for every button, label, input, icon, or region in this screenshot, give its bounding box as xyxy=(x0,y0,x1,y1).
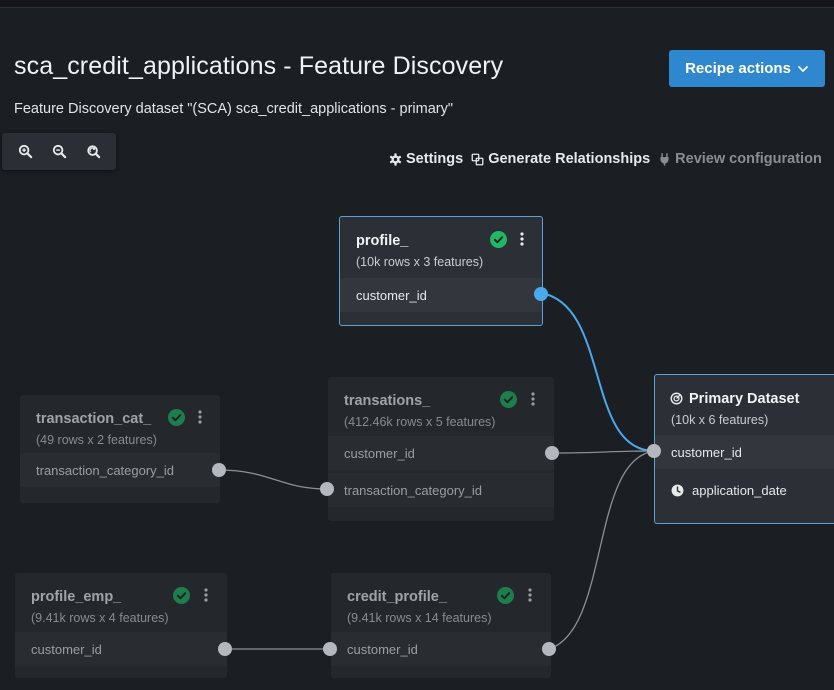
check-circle-icon xyxy=(173,587,190,604)
dataset-size: (412.46k rows x 5 features) xyxy=(344,415,496,429)
zoom-in-button[interactable] xyxy=(14,141,36,163)
dataset-size: (10k rows x 3 features) xyxy=(356,255,484,269)
card-menu-button[interactable] xyxy=(202,586,210,604)
recipe-actions-button[interactable]: Recipe actions xyxy=(669,50,825,87)
dataset-name: transations_ xyxy=(344,393,431,409)
card-menu-button[interactable] xyxy=(196,408,204,426)
toolbar: Settings Generate Relationships Review c… xyxy=(389,150,822,168)
connection-port-credit-profile-in[interactable] xyxy=(323,642,337,656)
review-configuration-button[interactable]: Review configuration xyxy=(658,151,822,167)
column-name: customer_id xyxy=(347,641,418,657)
connection-port-credit-profile-out[interactable] xyxy=(542,642,556,656)
kebab-menu-icon xyxy=(531,392,535,406)
generate-relationships-button[interactable]: Generate Relationships xyxy=(471,151,650,167)
target-icon xyxy=(670,392,683,405)
zoom-reset-button[interactable] xyxy=(82,141,104,163)
card-menu-button[interactable] xyxy=(529,390,537,408)
relationships-icon xyxy=(471,153,484,165)
connection-port[interactable] xyxy=(534,287,548,301)
top-bar xyxy=(0,0,834,8)
review-configuration-label: Review configuration xyxy=(675,151,822,167)
column-name: application_date xyxy=(692,482,787,498)
column-row[interactable]: customer_id xyxy=(331,632,551,666)
dataset-card-profile-emp[interactable]: profile_emp_ (9.41k rows x 4 features) c… xyxy=(15,573,227,678)
dataset-size: (49 rows x 2 features) xyxy=(36,433,157,447)
dataset-name: transaction_cat_ xyxy=(36,411,152,427)
dataset-name: profile_ xyxy=(356,233,409,249)
gear-icon xyxy=(389,152,402,166)
page-subtitle: Feature Discovery dataset "(SCA) sca_cre… xyxy=(14,101,454,117)
settings-label: Settings xyxy=(406,151,464,167)
zoom-in-icon xyxy=(18,144,32,159)
edge-category-to-transations xyxy=(218,469,328,490)
column-name: customer_id xyxy=(356,287,427,303)
kebab-menu-icon xyxy=(198,410,202,424)
edge-transations-to-primary xyxy=(551,450,655,454)
dataset-card-primary[interactable]: Primary Dataset (10k x 6 features) custo… xyxy=(654,374,834,524)
column-row[interactable]: customer_id xyxy=(655,435,834,469)
card-menu-button[interactable] xyxy=(526,586,534,604)
dataset-size: (10k x 6 features) xyxy=(671,413,769,427)
dataset-name: Primary Dataset xyxy=(689,391,800,407)
dataset-card-profile[interactable]: profile_ (10k rows x 3 features) custome… xyxy=(339,216,548,326)
edge-credit-profile-to-primary xyxy=(548,450,655,650)
edge-profile-to-primary xyxy=(540,292,655,452)
zoom-controls xyxy=(2,133,116,170)
connection-port-profile-emp[interactable] xyxy=(218,642,232,656)
kebab-menu-icon xyxy=(520,232,524,246)
kebab-menu-icon xyxy=(528,588,532,602)
column-name: transaction_category_id xyxy=(344,482,483,498)
card-menu-button[interactable] xyxy=(518,230,526,248)
dataset-name: profile_emp_ xyxy=(31,589,122,605)
settings-button[interactable]: Settings xyxy=(389,151,463,167)
generate-relationships-label: Generate Relationships xyxy=(488,151,651,167)
column-name: transaction_category_id xyxy=(36,462,175,478)
recipe-actions-label: Recipe actions xyxy=(685,60,791,77)
column-row[interactable]: transaction_category_id xyxy=(328,473,554,507)
zoom-reset-icon xyxy=(86,145,100,159)
column-name: customer_id xyxy=(344,445,415,461)
chevron-down-icon xyxy=(798,65,808,72)
clock-icon xyxy=(671,484,684,496)
page-title: sca_credit_applications - Feature Discov… xyxy=(14,52,504,80)
zoom-out-button[interactable] xyxy=(48,141,70,163)
check-circle-icon xyxy=(497,587,514,604)
dataset-card-transaction-cat[interactable]: transaction_cat_ (49 rows x 2 features) … xyxy=(20,395,220,503)
connection-port-transations-category[interactable] xyxy=(320,482,334,496)
check-circle-icon xyxy=(500,391,517,408)
dataset-card-credit-profile[interactable]: credit_profile_ (9.41k rows x 14 feature… xyxy=(331,573,551,678)
zoom-out-icon xyxy=(52,144,66,159)
dataset-size: (9.41k rows x 4 features) xyxy=(31,611,169,625)
plug-icon xyxy=(660,152,669,166)
check-circle-icon xyxy=(168,409,185,426)
column-name: customer_id xyxy=(31,641,102,657)
dataset-size: (9.41k rows x 14 features) xyxy=(347,611,492,625)
column-row[interactable]: application_date xyxy=(655,473,834,507)
connection-port-transations-customer[interactable] xyxy=(545,446,559,460)
dataset-name: credit_profile_ xyxy=(347,589,447,605)
connection-port-primary[interactable] xyxy=(647,444,661,458)
column-row[interactable]: customer_id xyxy=(328,436,554,470)
dataset-card-transations[interactable]: transations_ (412.46k rows x 5 features)… xyxy=(328,377,554,521)
column-name: customer_id xyxy=(671,444,742,460)
kebab-menu-icon xyxy=(204,588,208,602)
connection-port-transaction-cat[interactable] xyxy=(212,463,226,477)
column-row[interactable]: transaction_category_id xyxy=(20,453,220,487)
column-row[interactable]: customer_id xyxy=(340,278,542,312)
check-circle-icon xyxy=(490,231,507,248)
column-row[interactable]: customer_id xyxy=(15,632,227,666)
